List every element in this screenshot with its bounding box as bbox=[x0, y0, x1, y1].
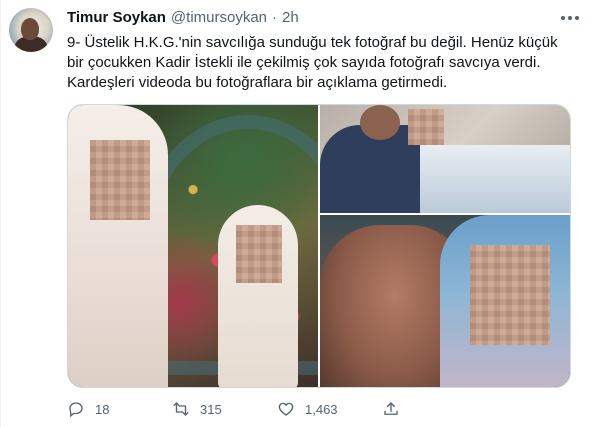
blurred-face bbox=[236, 225, 282, 283]
retweet-button[interactable]: 315 bbox=[172, 400, 277, 418]
more-dot bbox=[568, 16, 572, 20]
photo-wedding[interactable] bbox=[68, 105, 318, 387]
more-dots-icon[interactable] bbox=[561, 10, 579, 26]
blurred-face bbox=[90, 140, 150, 220]
author-handle[interactable]: @timursoykan bbox=[171, 9, 267, 26]
blurred-face bbox=[408, 109, 444, 145]
tweet-media bbox=[67, 104, 571, 388]
tweet-text-line: 9- Üstelik H.K.G.'nin savcılığa sunduğu … bbox=[67, 34, 558, 51]
photo-blanket bbox=[420, 145, 570, 213]
author-name[interactable]: Timur Soykan bbox=[67, 9, 166, 26]
like-count: 1,463 bbox=[305, 401, 338, 417]
tweet-time[interactable]: 2h bbox=[282, 9, 299, 26]
blurred-face bbox=[470, 245, 550, 345]
photo-column-right bbox=[320, 105, 570, 387]
share-icon bbox=[384, 402, 398, 415]
more-dot bbox=[575, 16, 579, 20]
separator-dot: · bbox=[272, 9, 278, 26]
tweet-actions: 18 315 1,463 bbox=[67, 400, 487, 418]
share-button[interactable] bbox=[382, 400, 412, 418]
photo-man-face bbox=[360, 105, 400, 140]
reply-icon bbox=[69, 402, 83, 418]
tweet-header: Timur Soykan @timursoykan · 2h bbox=[67, 9, 565, 26]
retweet-icon bbox=[173, 402, 189, 416]
avatar[interactable] bbox=[9, 8, 53, 52]
retweet-count: 315 bbox=[200, 401, 222, 417]
avatar-face bbox=[21, 18, 39, 40]
like-button[interactable]: 1,463 bbox=[277, 400, 382, 418]
more-dot bbox=[561, 16, 565, 20]
tweet: Timur Soykan @timursoykan · 2h 9- Üsteli… bbox=[0, 0, 595, 427]
tweet-text: 9- Üstelik H.K.G.'nin savcılığa sunduğu … bbox=[67, 33, 577, 93]
tweet-text-line: Kardeşleri videoda bu fotoğraflara bir a… bbox=[67, 74, 448, 91]
reply-count: 18 bbox=[95, 401, 110, 417]
tweet-text-line: bir çocukken Kadir İstekli ile çekilmiş … bbox=[67, 54, 541, 71]
photo-bottom-right[interactable] bbox=[320, 215, 570, 387]
photo-top-right[interactable] bbox=[320, 105, 570, 213]
reply-button[interactable]: 18 bbox=[67, 400, 172, 418]
heart-icon bbox=[278, 402, 294, 416]
